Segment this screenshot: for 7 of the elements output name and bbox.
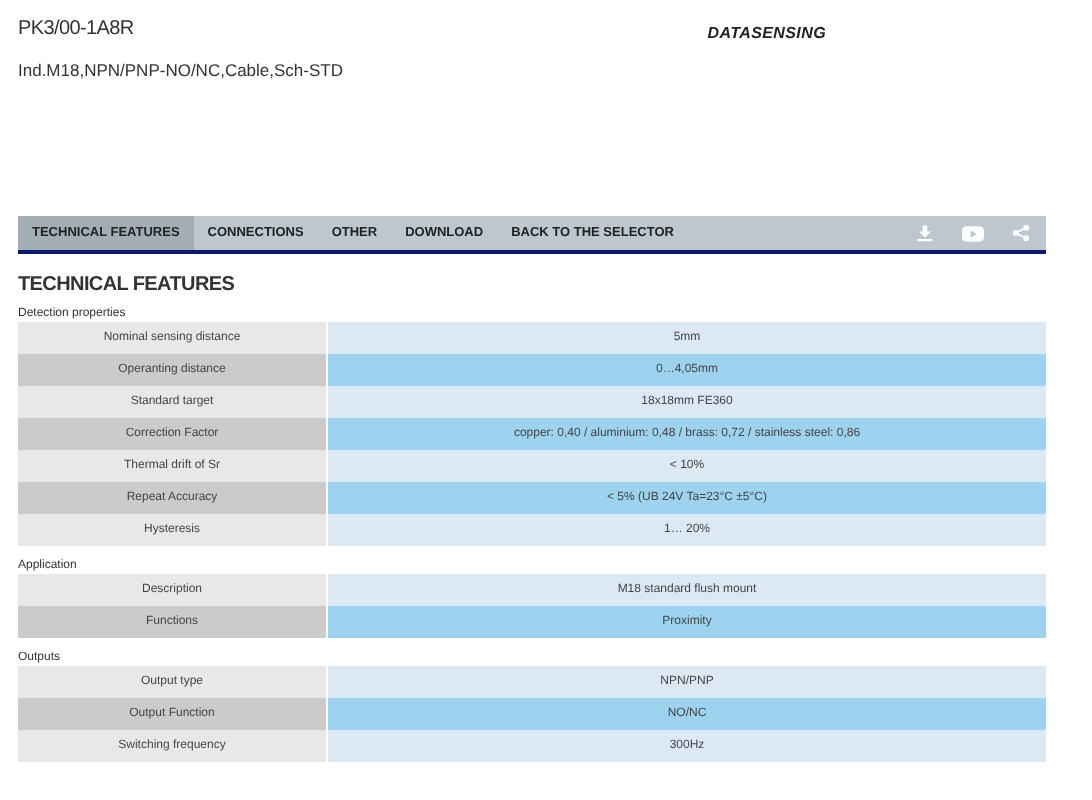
brand-logo: DATASENSING: [707, 24, 826, 42]
video-play-icon[interactable]: [962, 225, 984, 241]
section-heading: TECHNICAL FEATURES: [18, 274, 237, 296]
download-icon[interactable]: [916, 224, 934, 242]
product-code: PK3/00-1A8R: [18, 18, 136, 40]
share-icon[interactable]: [1012, 224, 1030, 242]
product-description: Ind.M18,NPN/PNP-NO/NC,Cable,Sch-STD: [18, 60, 343, 80]
